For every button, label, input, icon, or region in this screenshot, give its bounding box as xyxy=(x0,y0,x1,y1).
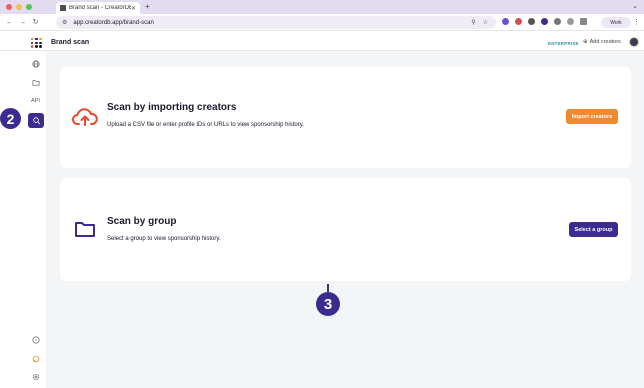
avatar[interactable] xyxy=(629,37,639,47)
folder-icon xyxy=(74,220,96,243)
bookmark-star-icon[interactable]: ☆ xyxy=(483,19,488,26)
extension-icon[interactable] xyxy=(554,18,561,25)
profile-label: Work xyxy=(610,19,622,26)
alert-icon[interactable] xyxy=(31,354,41,364)
extension-icon[interactable] xyxy=(515,18,522,25)
brand-scan-icon xyxy=(32,117,40,125)
extension-icon[interactable] xyxy=(502,18,509,25)
extensions-area xyxy=(502,18,587,25)
help-icon[interactable]: ? xyxy=(31,335,41,345)
folder-icon[interactable] xyxy=(31,77,41,87)
cloud-upload-icon xyxy=(72,107,98,132)
globe-icon[interactable] xyxy=(31,59,41,69)
scan-by-group-card: Scan by group Select a group to view spo… xyxy=(60,178,631,281)
extensions-puzzle-icon[interactable] xyxy=(567,18,574,25)
profile-button[interactable]: Work xyxy=(601,17,631,28)
callout-step-3: 3 xyxy=(316,292,340,316)
extension-icon[interactable] xyxy=(528,18,535,25)
zoom-icon[interactable]: ⚲ xyxy=(471,19,475,26)
download-icon[interactable] xyxy=(580,18,587,25)
new-tab-button[interactable]: + xyxy=(145,2,150,11)
app-launcher-icon[interactable] xyxy=(31,38,42,48)
card-title: Scan by group xyxy=(107,216,177,227)
select-group-button[interactable]: Select a group xyxy=(569,222,618,237)
callout-step-2: 2 xyxy=(0,108,21,129)
sidebar-item-api[interactable]: API xyxy=(31,98,40,104)
browser-tab-bar: Brand scan - CreatorDB ✕ + ⌄ xyxy=(0,0,644,14)
sidebar: API ? xyxy=(0,51,46,388)
card-description: Select a group to view sponsorship histo… xyxy=(107,236,221,242)
settings-icon[interactable] xyxy=(31,372,41,382)
import-creators-card: Scan by importing creators Upload a CSV … xyxy=(60,67,631,168)
browser-toolbar: ← → ↻ ⚙ app.creatordb.app/brand-scan ⚲ ☆… xyxy=(0,14,644,31)
site-info-icon[interactable]: ⚙ xyxy=(62,19,67,26)
app-header: Brand scan ENTERPRISE ⊕ Add creators xyxy=(0,31,644,51)
forward-icon[interactable]: → xyxy=(19,19,26,26)
add-creators-label: Add creators xyxy=(589,39,621,45)
address-bar[interactable]: ⚙ app.creatordb.app/brand-scan ⚲ ☆ xyxy=(56,16,496,29)
plan-badge: ENTERPRISE xyxy=(548,41,579,46)
close-window-button[interactable] xyxy=(6,4,12,10)
back-icon[interactable]: ← xyxy=(6,19,13,26)
page-title: Brand scan xyxy=(51,39,90,46)
sidebar-item-brand-scan[interactable] xyxy=(28,113,44,128)
minimize-window-button[interactable] xyxy=(16,4,22,10)
card-description: Upload a CSV file or enter profile IDs o… xyxy=(107,122,304,128)
browser-tab[interactable]: Brand scan - CreatorDB ✕ xyxy=(56,2,140,14)
creatordb-favicon-icon xyxy=(60,5,66,11)
svg-text:?: ? xyxy=(35,338,38,343)
zoom-window-button[interactable] xyxy=(26,4,32,10)
plus-circle-icon: ⊕ xyxy=(583,39,588,45)
window-controls xyxy=(6,4,32,10)
browser-menu-icon[interactable]: ⋮ xyxy=(633,18,640,26)
extension-icon[interactable] xyxy=(541,18,548,25)
card-title: Scan by importing creators xyxy=(107,102,237,113)
tab-title: Brand scan - CreatorDB xyxy=(69,5,131,11)
tab-close-icon[interactable]: ✕ xyxy=(131,5,136,12)
reload-icon[interactable]: ↻ xyxy=(32,18,39,26)
add-creators-button[interactable]: ⊕ Add creators xyxy=(583,39,621,45)
url-text[interactable]: app.creatordb.app/brand-scan xyxy=(73,20,471,26)
tab-search-chevron-icon[interactable]: ⌄ xyxy=(632,2,638,10)
import-creators-button[interactable]: Import creators xyxy=(566,109,618,124)
